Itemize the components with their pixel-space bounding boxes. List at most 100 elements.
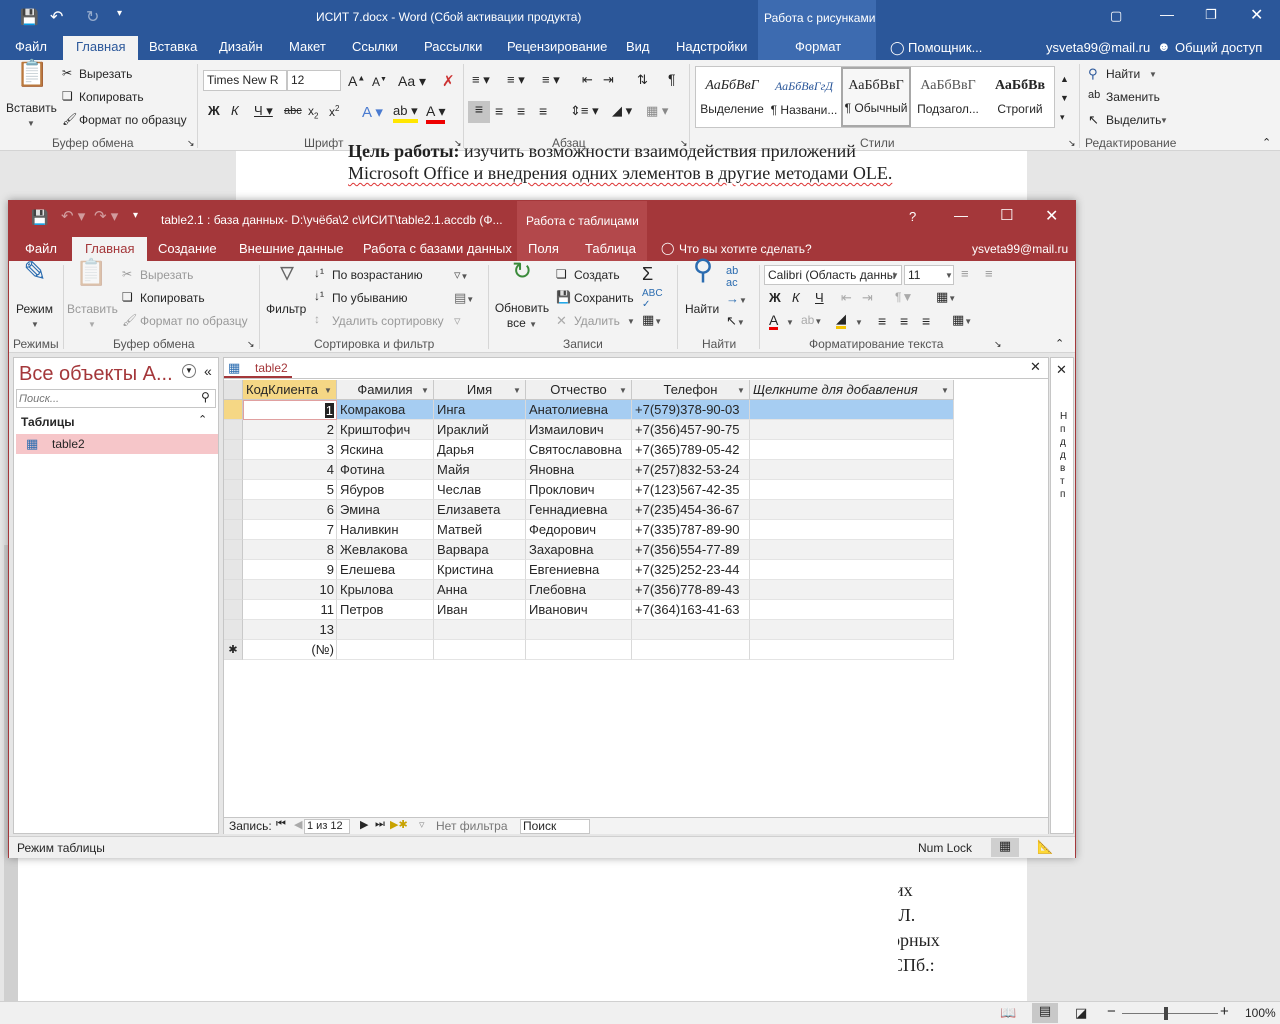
table-cell[interactable]: +7(364)163-41-63 [632,600,750,620]
superscript-icon[interactable]: x2 [329,104,339,119]
underline-icon[interactable]: Ч [815,290,824,305]
tab-insert[interactable]: Вставка [141,36,205,60]
view-mode-button[interactable]: Режим [16,302,53,316]
last-record-icon[interactable]: ⏭ [375,818,385,831]
access-user[interactable]: ysveta99@mail.ru [972,242,1068,256]
id-cell[interactable]: 5 [243,480,337,500]
paste-dropdown-icon[interactable]: ▼ [88,320,96,329]
gridlines-icon[interactable]: ▦▼ [936,289,956,305]
first-record-icon[interactable]: ⏮ [276,818,286,831]
clear-format-icon[interactable]: ✗ [442,72,455,90]
underline-icon[interactable]: Ч ▾ [254,103,273,119]
tab-file[interactable]: Файл [7,36,55,60]
copy-button[interactable]: Копировать [79,90,144,104]
more-records-icon[interactable]: ▦▼ [642,312,662,328]
table-cell[interactable]: +7(356)457-90-75 [632,420,750,440]
zoom-level[interactable]: 100% [1245,1006,1276,1020]
toggle-filter-icon[interactable]: ▿ [454,313,461,329]
replace-icon[interactable]: ab ac [726,265,738,289]
table-cell[interactable] [750,640,954,660]
table-cell[interactable]: +7(356)554-77-89 [632,540,750,560]
datasheet-view-icon[interactable]: ▦ [991,838,1019,857]
style-item[interactable]: АаБбВвГ Выделение [697,68,767,126]
nav-search-input[interactable] [17,390,193,407]
table-cell[interactable]: Комракова [337,400,434,420]
bold-icon[interactable]: Ж [208,103,220,118]
table-cell[interactable] [750,500,954,520]
sort-icon[interactable]: ⇅ [637,72,648,88]
row-selector[interactable] [224,480,243,500]
column-header[interactable]: Фамилия [337,380,434,400]
record-position-input[interactable]: 1 из 12 [304,819,350,834]
select-button[interactable]: Выделить [1106,113,1161,127]
spelling-icon[interactable]: ABC ✓ [642,288,663,310]
table-cell[interactable] [337,640,434,660]
column-header[interactable]: КодКлиента [243,380,337,400]
undo-icon[interactable]: ↶ ▾ [61,207,85,225]
column-dropdown-icon[interactable]: ▼ [324,386,332,395]
id-cell[interactable]: 7 [243,520,337,540]
row-selector[interactable] [224,420,243,440]
table-cell[interactable] [750,400,954,420]
column-dropdown-icon[interactable]: ▼ [421,386,429,395]
dialog-launcher-icon[interactable]: ↘ [1068,138,1076,149]
select-dropdown-icon[interactable]: ▼ [1160,116,1168,125]
table-cell[interactable]: +7(235)454-36-67 [632,500,750,520]
find-button[interactable]: Найти [685,302,719,316]
table-cell[interactable]: Фотина [337,460,434,480]
table-cell[interactable]: Святославовна [526,440,632,460]
table-cell[interactable]: Наливкин [337,520,434,540]
change-case-icon[interactable]: Aa ▾ [398,73,426,90]
table-cell[interactable]: Елизавета [434,500,526,520]
customize-qat-icon[interactable]: ▾ [117,8,122,19]
nav-pane-menu-icon[interactable]: ▼ [182,364,196,378]
dialog-launcher-icon[interactable]: ↘ [247,339,255,350]
zoom-out-icon[interactable]: − [1107,1003,1116,1020]
refresh-all-icon[interactable]: ↻ [507,260,537,284]
align-center-icon[interactable]: ≡ [495,103,503,119]
font-color-icon[interactable]: A [769,313,779,330]
decrease-indent-icon[interactable]: ⇤ [582,72,593,88]
table-cell[interactable] [750,420,954,440]
read-mode-icon[interactable]: 📖 [1000,1005,1016,1021]
table-cell[interactable]: Жевлакова [337,540,434,560]
font-color-icon[interactable]: A ▾ [426,103,446,124]
totals-icon[interactable]: Σ [642,264,653,285]
web-layout-icon[interactable]: ◪ [1075,1005,1087,1021]
remove-sort-button[interactable]: Удалить сортировку [332,314,444,328]
table-cell[interactable]: Яскина [337,440,434,460]
save-record-button[interactable]: Сохранить [574,291,634,305]
font-size-select[interactable]: 12 [287,70,341,91]
table-cell[interactable] [632,640,750,660]
highlight-icon[interactable]: ab ▾ [393,103,418,123]
find-button[interactable]: Найти [1106,67,1140,81]
search-icon[interactable]: ⚲ [201,390,210,404]
font-color-dropdown-icon[interactable]: ▼ [786,318,794,327]
table-cell[interactable]: Иван [434,600,526,620]
sort-desc-button[interactable]: По убыванию [332,291,408,305]
select-all-corner[interactable] [224,380,243,400]
justify-icon[interactable]: ≡ [539,103,547,119]
id-cell[interactable]: 3 [243,440,337,460]
tab-format[interactable]: Формат [787,36,849,60]
row-selector[interactable] [224,460,243,480]
table-cell[interactable]: Петров [337,600,434,620]
align-center-icon[interactable]: ≡ [900,313,908,329]
cut-button[interactable]: Вырезать [140,268,193,282]
nav-search-box[interactable]: ⚲ [16,389,216,408]
table-cell[interactable]: Елешева [337,560,434,580]
paste-icon[interactable]: 📋 [16,60,48,98]
tab-table[interactable]: Таблица [579,237,642,261]
save-icon[interactable]: 💾 [20,8,39,26]
table-cell[interactable]: Евгениевна [526,560,632,580]
table-cell[interactable]: Анна [434,580,526,600]
bullets-icon[interactable]: ≡ [961,266,969,281]
minimize-icon[interactable]: — [1160,6,1174,22]
increase-indent-icon[interactable]: ⇥ [862,290,873,306]
font-name-select[interactable]: Times New R [203,70,287,91]
help-button[interactable]: ? [909,209,916,224]
row-selector[interactable] [224,600,243,620]
collapse-ribbon-icon[interactable]: ⌃ [1055,337,1064,350]
ribbon-display-icon[interactable]: ▢ [1110,8,1122,24]
filter-status[interactable]: Нет фильтра [436,819,508,833]
